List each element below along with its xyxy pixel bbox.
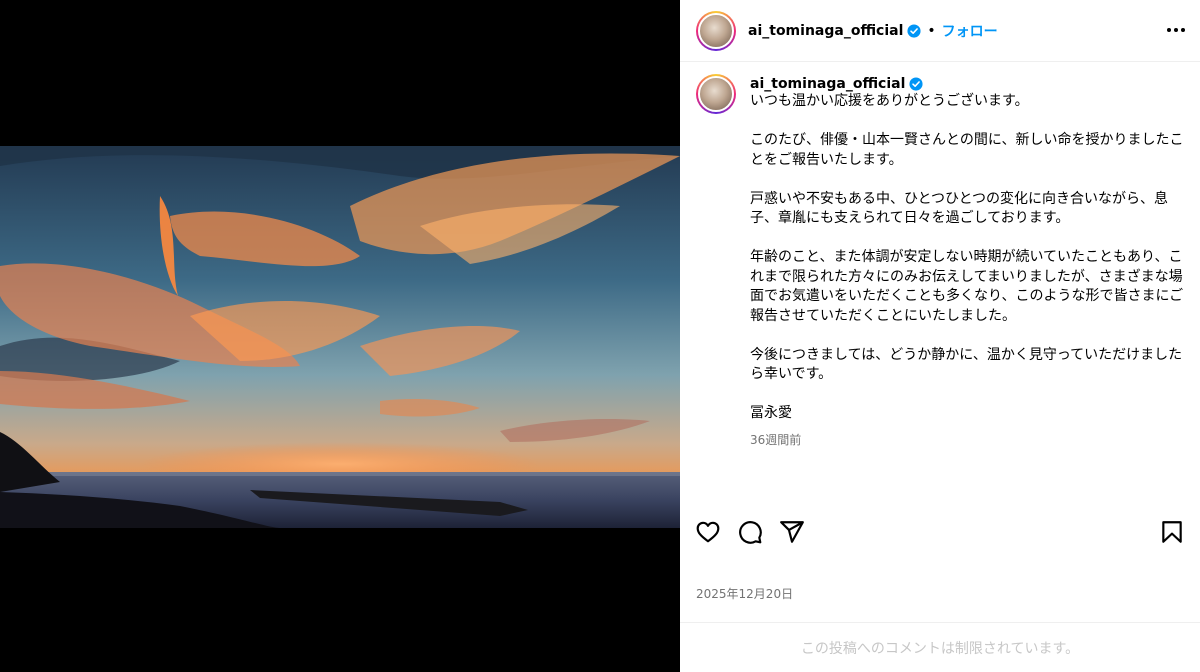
username-link[interactable]: ai_tominaga_official bbox=[748, 23, 903, 39]
separator-dot: • bbox=[927, 22, 936, 39]
sunset-photo bbox=[0, 146, 680, 528]
share-icon bbox=[780, 521, 804, 543]
comment-button[interactable] bbox=[736, 518, 764, 546]
caption-paragraph: 戸惑いや不安もある中、ひとつひとつの変化に向き合いながら、息子、章胤にも支えられ… bbox=[750, 190, 1169, 227]
caption-text: いつも温かい応援をありがとうございます。 このたび、俳優・山本一賢さんとの間に、… bbox=[750, 92, 1184, 424]
avatar[interactable] bbox=[696, 10, 736, 51]
caption-paragraph: このたび、俳優・山本一賢さんとの間に、新しい命を授かりましたことをご報告いたしま… bbox=[750, 132, 1184, 168]
action-bar bbox=[694, 517, 1186, 547]
caption-paragraph: 年齢のこと、また体調が安定しない時期が続いていたこともあり、これまで限られた方々… bbox=[750, 249, 1184, 324]
like-button[interactable] bbox=[694, 518, 722, 546]
save-button[interactable] bbox=[1158, 518, 1186, 546]
sunset-image bbox=[0, 146, 680, 528]
caption-username[interactable]: ai_tominaga_official bbox=[750, 76, 905, 92]
bookmark-icon bbox=[1162, 521, 1182, 543]
more-icon[interactable] bbox=[1166, 20, 1186, 40]
post-header: ai_tominaga_official • フォロー bbox=[680, 0, 1200, 62]
caption-paragraph: 今後につきましては、どうか静かに、温かく見守っていただけましたら幸いです。 bbox=[750, 346, 1183, 383]
time-ago[interactable]: 36週間前 bbox=[750, 431, 1184, 448]
follow-button[interactable]: フォロー bbox=[942, 21, 998, 41]
caption-avatar[interactable] bbox=[696, 74, 736, 114]
caption-paragraph: いつも温かい応援をありがとうございます。 bbox=[750, 93, 1029, 109]
post-sidebar: ai_tominaga_official • フォロー ai_tominaga_… bbox=[680, 0, 1200, 672]
heart-icon bbox=[696, 521, 720, 543]
comment-icon bbox=[739, 521, 762, 544]
caption-signature: 冨永愛 bbox=[750, 405, 792, 421]
share-button[interactable] bbox=[778, 518, 806, 546]
caption: ai_tominaga_official いつも温かい応援をありがとうございます… bbox=[680, 62, 1200, 448]
post-media[interactable] bbox=[0, 0, 680, 672]
post-viewer: ai_tominaga_official • フォロー ai_tominaga_… bbox=[0, 0, 1200, 672]
verified-badge-icon bbox=[907, 23, 921, 38]
verified-badge-icon bbox=[909, 77, 923, 91]
comments-restricted-notice: この投稿へのコメントは制限されています。 bbox=[680, 622, 1200, 672]
post-date[interactable]: 2025年12月20日 bbox=[696, 585, 793, 602]
